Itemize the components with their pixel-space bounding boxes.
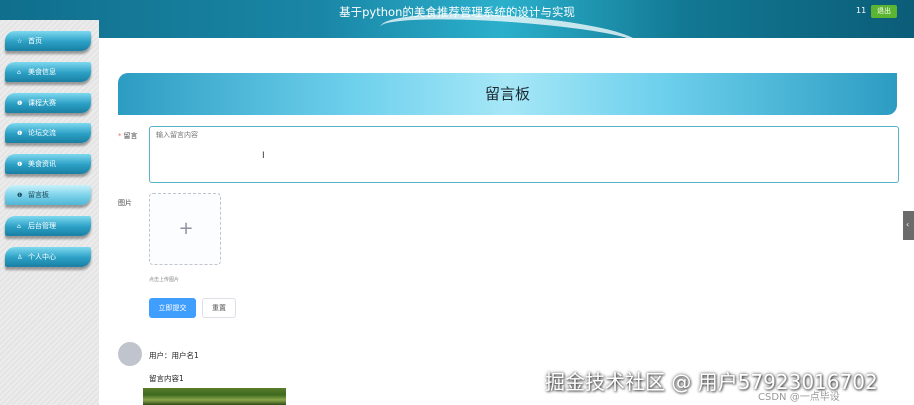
info-icon: ❶	[17, 130, 23, 137]
avatar	[118, 342, 142, 366]
message-image	[143, 388, 286, 405]
app-title: 基于python的美食推荐管理系统的设计与实现	[339, 5, 575, 19]
juejin-watermark: 掘金技术社区 @ 用户5792301670​2	[545, 370, 878, 394]
sidebar-item-admin[interactable]: ⌂ 后台管理	[5, 216, 91, 236]
home-icon: ⌂	[17, 223, 21, 230]
page-title-banner: 留言板	[118, 73, 897, 115]
sidebar-item-label: 个人中心	[28, 253, 56, 261]
star-icon: ☆	[17, 38, 23, 45]
message-content: 留言内容1	[149, 374, 184, 383]
info-icon: ❶	[17, 100, 23, 107]
sidebar-item-label: 美食信息	[28, 68, 56, 76]
sidebar-item-message-board[interactable]: ❶ 留言板	[5, 185, 91, 205]
sidebar-item-label: 后台管理	[28, 222, 56, 230]
info-icon: ❶	[17, 192, 23, 199]
text-cursor-icon: I	[262, 151, 265, 161]
sidebar-item-forum[interactable]: ❶ 论坛交流	[5, 123, 91, 143]
plus-icon: +	[178, 218, 194, 239]
sidebar-item-course-contest[interactable]: ❶ 课程大赛	[5, 93, 91, 113]
submit-button[interactable]: 立即提交	[149, 298, 196, 318]
required-mark: *	[118, 132, 122, 140]
sidebar-item-label: 美食资讯	[28, 160, 56, 168]
header-counter: 11	[856, 6, 867, 15]
sidebar-item-label: 论坛交流	[28, 129, 56, 137]
upload-hint: 点击上传图片	[149, 277, 180, 283]
info-icon: ❶	[17, 161, 23, 168]
sidebar-item-label: 首页	[28, 37, 42, 45]
image-upload-box[interactable]: +	[149, 193, 221, 265]
chevron-left-icon: ‹	[906, 220, 910, 229]
bag-icon: ⌂	[17, 69, 21, 76]
message-username: 用户：用户名1	[149, 351, 199, 360]
page-title: 留言板	[484, 85, 530, 103]
content-label-text: 留言	[123, 132, 138, 140]
logout-button[interactable]: 退出	[871, 5, 897, 18]
content-label: * 留言	[118, 131, 138, 141]
user-icon: ♙	[17, 254, 23, 261]
sidebar-item-food-news[interactable]: ❶ 美食资讯	[5, 154, 91, 174]
sidebar-item-food-info[interactable]: ⌂ 美食信息	[5, 62, 91, 82]
sidebar: ☆ 首页 ⌂ 美食信息 ❶ 课程大赛 ❶ 论坛交流 ❶ 美食资讯 ❶ 留言板 ⌂ 后台管理 ♙…	[0, 20, 99, 405]
image-label: 图片	[118, 199, 132, 207]
sidebar-item-home[interactable]: ☆ 首页	[5, 31, 91, 51]
sidebar-item-label: 留言板	[28, 191, 49, 199]
reset-button[interactable]: 重置	[202, 298, 236, 318]
back-to-top-button[interactable]: ‹	[903, 211, 914, 240]
sidebar-item-profile[interactable]: ♙ 个人中心	[5, 247, 91, 267]
sidebar-item-label: 课程大赛	[28, 99, 56, 107]
top-header: 基于python的美食推荐管理系统的设计与实现 11 退出	[0, 0, 914, 38]
